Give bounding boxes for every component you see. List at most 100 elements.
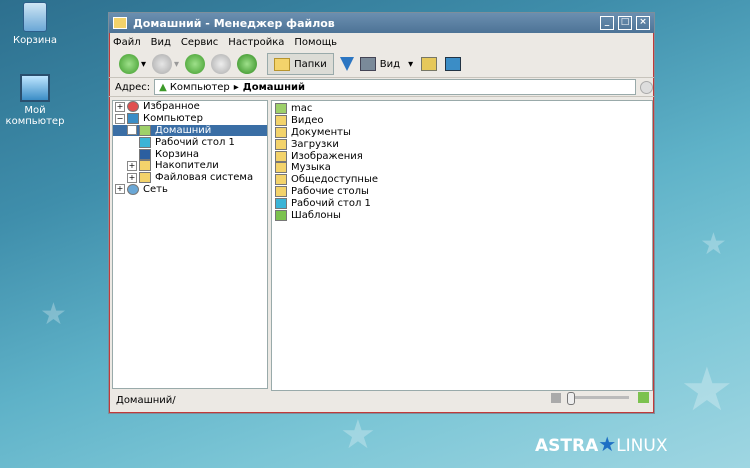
address-separator-icon: ▸ xyxy=(233,81,239,93)
back-icon[interactable] xyxy=(119,54,139,74)
public-folder-icon xyxy=(275,174,287,186)
toolbar: ▾ ▾ Папки Вид ▾ xyxy=(109,51,654,78)
tree-item-filesystem[interactable]: + Файловая система xyxy=(113,172,267,184)
menu-help[interactable]: Помощь xyxy=(294,37,337,48)
file-label: Музыка xyxy=(291,162,331,174)
view-icon[interactable] xyxy=(359,57,376,71)
favorites-icon xyxy=(127,101,139,113)
close-button[interactable]: × xyxy=(636,16,650,30)
file-manager-window: Домашний - Менеджер файлов _ □ × Файл Ви… xyxy=(108,12,655,414)
view-label[interactable]: Вид xyxy=(380,59,400,70)
image-view-icon[interactable] xyxy=(421,57,438,71)
minimize-button[interactable]: _ xyxy=(600,16,614,30)
file-label: Документы xyxy=(291,126,351,138)
astra-linux-logo: ASTRA★LINUX xyxy=(535,432,667,456)
computer-small-icon: ▲ xyxy=(159,81,167,93)
trash-label: Корзина xyxy=(12,35,58,46)
tree-label: Избранное xyxy=(143,101,200,113)
file-label: Загрузки xyxy=(291,138,339,150)
home-folder-icon xyxy=(275,103,287,115)
file-list: mac Видео Документы Загрузки Изображения… xyxy=(271,100,653,391)
status-path: Домашний/ xyxy=(116,394,176,406)
my-computer-label: Мой компьютер xyxy=(5,105,65,127)
file-label: mac xyxy=(291,103,313,115)
menu-service[interactable]: Сервис xyxy=(181,37,218,48)
file-item[interactable]: Рабочие столы xyxy=(272,185,652,198)
computer-icon xyxy=(127,113,139,125)
folders-button[interactable]: Папки xyxy=(267,53,334,75)
zoom-slider-handle[interactable] xyxy=(567,392,575,405)
home-icon[interactable] xyxy=(211,54,232,74)
tree-item-desktop1[interactable]: Рабочий стол 1 xyxy=(113,136,267,148)
menu-view[interactable]: Вид xyxy=(151,37,171,48)
address-segment-computer[interactable]: Компьютер xyxy=(170,82,230,93)
star-decoration: ★ xyxy=(700,227,727,262)
address-label: Адрес: xyxy=(115,81,151,93)
file-label: Изображения xyxy=(291,150,363,162)
computer-icon xyxy=(20,74,50,102)
folder-icon xyxy=(139,172,151,184)
tree-label: Сеть xyxy=(143,183,168,195)
downloads-folder-icon xyxy=(275,138,287,150)
address-go-icon[interactable] xyxy=(640,80,654,94)
file-item[interactable]: Изображения xyxy=(272,150,652,162)
tree-label: Рабочий стол 1 xyxy=(155,136,235,148)
status-bar: Домашний/ xyxy=(112,391,655,409)
title-bar: Домашний - Менеджер файлов _ □ × xyxy=(109,13,654,33)
pictures-folder-icon xyxy=(275,150,287,162)
folder-tree: + Избранное − Компьютер + Домашний Рабоч… xyxy=(112,100,268,389)
zoom-out-icon[interactable] xyxy=(551,393,561,403)
file-item[interactable]: Видео xyxy=(272,115,652,127)
logo-star-icon: ★ xyxy=(598,432,617,456)
file-item[interactable]: Загрузки xyxy=(272,138,652,150)
music-folder-icon xyxy=(275,162,287,174)
desktop-trash[interactable]: Корзина xyxy=(0,2,70,46)
refresh-icon[interactable] xyxy=(237,54,258,74)
file-item[interactable]: Шаблоны xyxy=(272,209,652,221)
file-label: Общедоступные xyxy=(291,174,379,186)
file-label: Шаблоны xyxy=(291,209,341,221)
address-field[interactable]: ▲ Компьютер ▸ Домашний xyxy=(154,79,637,95)
star-decoration: ★ xyxy=(340,412,376,458)
filter-icon[interactable] xyxy=(339,57,354,71)
tree-expander[interactable]: − xyxy=(115,113,125,124)
window-title: Домашний - Менеджер файлов xyxy=(133,16,335,30)
tree-expander[interactable]: + xyxy=(127,125,137,136)
view-dropdown-icon[interactable]: ▾ xyxy=(408,59,413,70)
address-segment-home[interactable]: Домашний xyxy=(243,82,305,93)
tree-expander[interactable]: + xyxy=(115,184,125,195)
tree-item-favorites[interactable]: + Избранное xyxy=(113,101,267,113)
zoom-in-icon[interactable] xyxy=(638,392,649,403)
desktop-icon xyxy=(275,197,287,209)
file-item[interactable]: Рабочий стол 1 xyxy=(272,197,652,209)
desktop-my-computer[interactable]: Мой компьютер xyxy=(0,74,70,127)
forward-dropdown-icon[interactable]: ▾ xyxy=(174,59,179,70)
menu-file[interactable]: Файл xyxy=(113,37,141,48)
file-label: Видео xyxy=(291,115,324,127)
tree-item-computer[interactable]: − Компьютер xyxy=(113,113,267,125)
tree-expander[interactable]: + xyxy=(127,160,137,171)
window-app-icon xyxy=(113,17,127,29)
tree-item-trash[interactable]: Корзина xyxy=(113,148,267,160)
logo-linux: LINUX xyxy=(616,436,668,456)
back-dropdown-icon[interactable]: ▾ xyxy=(141,59,146,70)
tree-item-home[interactable]: + Домашний xyxy=(113,124,267,137)
tree-expander[interactable]: + xyxy=(127,172,137,183)
terminal-icon[interactable] xyxy=(445,57,462,71)
video-folder-icon xyxy=(275,115,287,127)
tree-item-network[interactable]: + Сеть xyxy=(113,183,267,196)
file-item[interactable]: mac xyxy=(272,103,652,115)
file-item[interactable]: Музыка xyxy=(272,162,652,174)
file-item[interactable]: Общедоступные xyxy=(272,174,652,186)
up-icon[interactable] xyxy=(185,54,206,74)
file-label: Рабочий стол 1 xyxy=(291,197,371,209)
trash-icon xyxy=(139,148,151,160)
maximize-button[interactable]: □ xyxy=(618,16,632,30)
folders-label: Папки xyxy=(294,58,327,70)
file-item[interactable]: Документы xyxy=(272,126,652,139)
menu-settings[interactable]: Настройка xyxy=(228,37,284,48)
tree-expander[interactable]: + xyxy=(115,101,125,112)
tree-item-drives[interactable]: + Накопители xyxy=(113,160,267,172)
forward-icon[interactable] xyxy=(152,54,173,74)
zoom-slider[interactable] xyxy=(569,396,629,399)
